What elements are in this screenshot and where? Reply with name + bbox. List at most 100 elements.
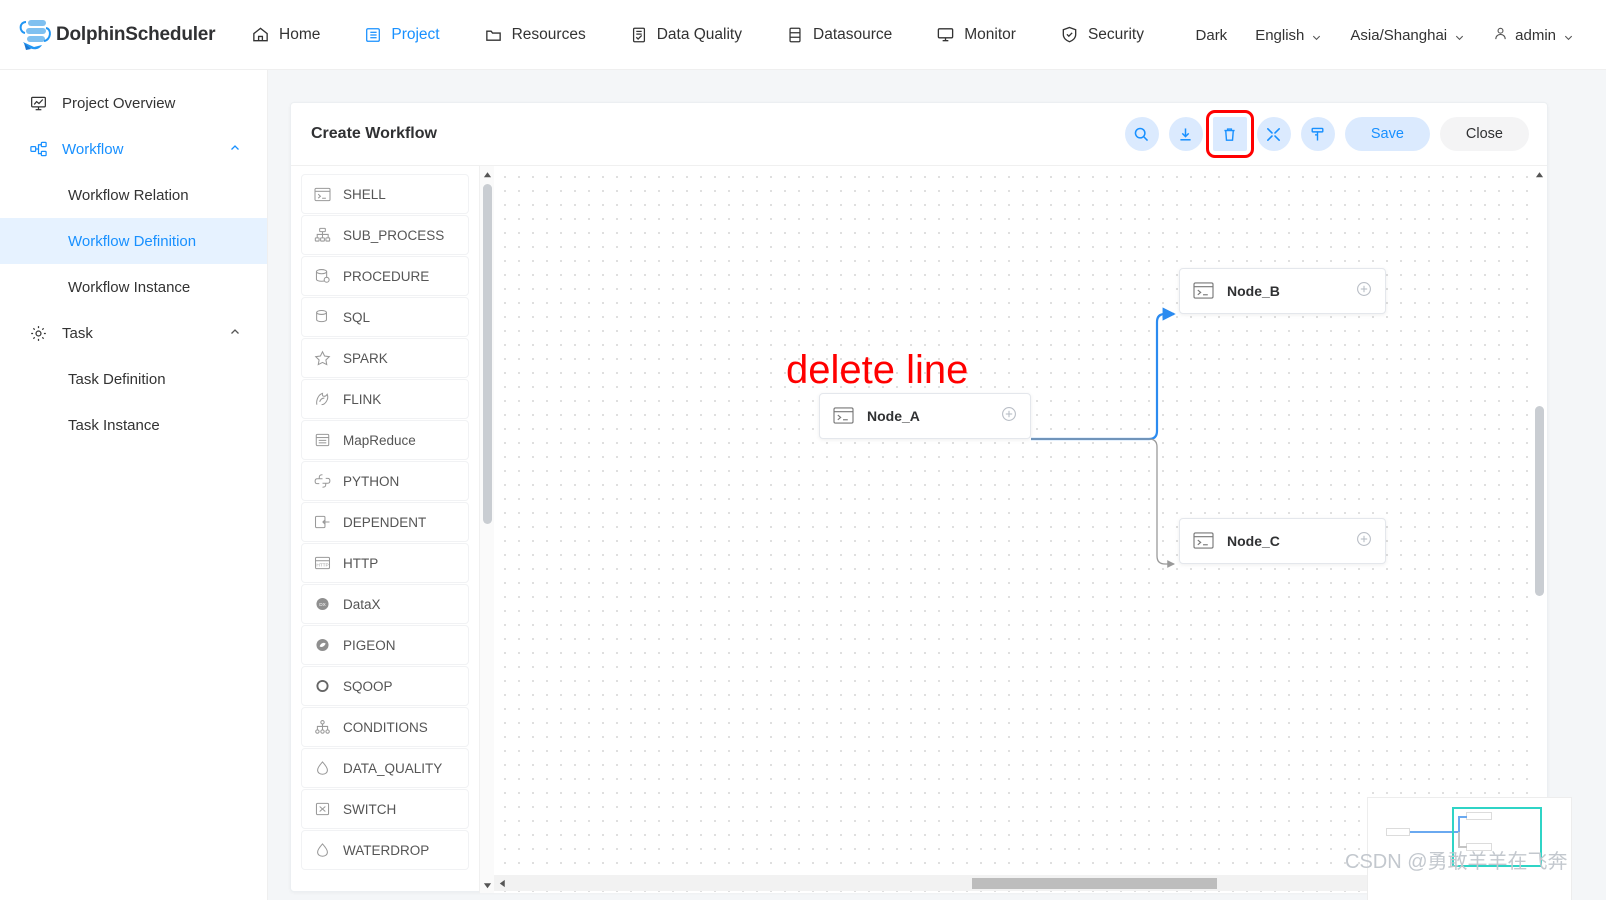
task-type-dependent[interactable]: DEPENDENT [301,502,469,542]
chevron-up-icon [229,325,241,342]
brand-name: DolphinScheduler [56,23,216,45]
dag-node-node-c[interactable]: Node_C [1179,518,1386,564]
sql-icon [313,308,332,327]
timezone-selector[interactable]: Asia/Shanghai [1336,27,1479,44]
task-type-label: DataX [343,596,381,612]
canvas-vertical-scrollbar[interactable] [1532,166,1547,879]
language-selector[interactable]: English [1241,27,1336,44]
task-type-flink[interactable]: FLINK [301,379,469,419]
task-type-switch[interactable]: SWITCH [301,789,469,829]
sidebar-item-label: Task Instance [68,416,160,434]
nav-item-datasource[interactable]: Datasource [764,0,914,70]
nav-item-security[interactable]: Security [1038,0,1166,70]
sidebar-item-label: Workflow Relation [68,186,189,204]
task-type-data-quality[interactable]: DATA_QUALITY [301,748,469,788]
task-type-label: MapReduce [343,432,416,448]
nav-item-label: Security [1087,25,1144,43]
datax-icon: DX [313,595,332,614]
top-navigation-bar: DolphinScheduler Home Project Resources … [0,0,1606,70]
minimap-edge-a-b [1410,831,1458,833]
monitor-icon [936,25,955,44]
dag-node-label: Node_B [1227,283,1280,299]
add-downstream-icon[interactable] [1356,281,1372,302]
spark-icon [313,349,332,368]
task-type-sql[interactable]: SQL [301,297,469,337]
nav-item-home[interactable]: Home [229,0,342,70]
sidebar-item-workflow-relation[interactable]: Workflow Relation [0,172,267,218]
nav-item-resources[interactable]: Resources [462,0,608,70]
nav-item-monitor[interactable]: Monitor [914,0,1038,70]
add-downstream-icon[interactable] [1001,406,1017,427]
task-type-python[interactable]: PYTHON [301,461,469,501]
task-type-procedure[interactable]: PROCEDURE [301,256,469,296]
user-icon [1493,26,1508,45]
task-type-waterdrop[interactable]: WATERDROP [301,830,469,870]
folder-icon [484,25,503,44]
add-downstream-icon[interactable] [1356,531,1372,552]
brand[interactable]: DolphinScheduler [14,16,229,54]
nav-item-project[interactable]: Project [342,0,461,70]
sidebar-item-label: Task Definition [68,370,166,388]
theme-label: Dark [1195,26,1228,44]
task-type-spark[interactable]: SPARK [301,338,469,378]
task-type-sub-process[interactable]: SUB_PROCESS [301,215,469,255]
scroll-up-arrow-icon[interactable] [480,166,495,182]
sqoop-icon [313,677,332,696]
task-type-mapreduce[interactable]: MapReduce [301,420,469,460]
format-icon[interactable] [1300,117,1335,151]
nav-item-label: Project [391,25,440,43]
task-type-pigeon[interactable]: PIGEON [301,625,469,665]
scroll-down-arrow-icon[interactable] [480,877,495,893]
scroll-up-arrow-icon[interactable] [1532,166,1547,182]
sidebar-item-project-overview[interactable]: Project Overview [0,80,267,126]
nav-item-label: Monitor [964,25,1016,43]
task-type-datax[interactable]: DX DataX [301,584,469,624]
shell-node-icon [1193,531,1215,551]
dependent-icon [313,513,332,532]
scroll-left-arrow-icon[interactable] [494,875,510,891]
sidebar-item-label: Workflow Instance [68,278,191,296]
dag-node-node-b[interactable]: Node_B [1179,268,1386,314]
dag-canvas[interactable]: Node_A Node_B Node_C delete line [494,166,1534,893]
chevron-down-icon [1311,30,1322,41]
user-menu[interactable]: admin [1479,26,1588,45]
task-type-label: SHELL [343,186,386,202]
canvas-vertical-scrollbar-thumb[interactable] [1535,406,1544,596]
nav-items: Home Project Resources Data Quality Data… [229,0,1166,70]
canvas-horizontal-scrollbar-thumb[interactable] [972,878,1217,889]
nav-item-data-quality[interactable]: Data Quality [608,0,764,70]
task-type-sqoop[interactable]: SQOOP [301,666,469,706]
dag-node-node-a[interactable]: Node_A [819,393,1031,439]
task-list-scrollbar-thumb[interactable] [483,184,492,524]
http-icon: HTTP [313,554,332,573]
sidebar-item-workflow-instance[interactable]: Workflow Instance [0,264,267,310]
task-type-label: DATA_QUALITY [343,760,443,776]
nav-item-label: Datasource [813,25,893,43]
workflow-icon [26,140,50,159]
sidebar-group-task[interactable]: Task [0,310,267,356]
fullscreen-icon[interactable] [1256,117,1291,151]
task-type-http[interactable]: HTTP HTTP [301,543,469,583]
workflow-editor-card: Create Workflow Save Close SHELL SUB_PRO… [290,102,1572,900]
task-type-shell[interactable]: SHELL [301,174,469,214]
delete-icon[interactable] [1205,110,1254,158]
task-type-label: FLINK [343,391,382,407]
task-list-scrollbar[interactable] [479,166,494,893]
sidebar-item-label: Project Overview [62,94,176,112]
close-button[interactable]: Close [1439,117,1529,151]
search-icon[interactable] [1124,117,1159,151]
theme-toggle[interactable]: Dark [1182,27,1242,44]
sidebar-item-label: Workflow Definition [68,232,197,250]
download-icon[interactable] [1168,117,1203,151]
sidebar-item-task-definition[interactable]: Task Definition [0,356,267,402]
shell-node-icon [833,406,855,426]
sidebar-item-workflow-definition[interactable]: Workflow Definition [0,218,267,264]
save-button[interactable]: Save [1344,117,1430,151]
sidebar-item-task-instance[interactable]: Task Instance [0,402,267,448]
sidebar: Project Overview Workflow Workflow Relat… [0,70,280,900]
sidebar-group-workflow[interactable]: Workflow [0,126,267,172]
overview-icon [26,94,50,113]
svg-text:HTTP: HTTP [316,563,328,569]
task-type-conditions[interactable]: CONDITIONS [301,707,469,747]
shield-icon [1060,25,1079,44]
